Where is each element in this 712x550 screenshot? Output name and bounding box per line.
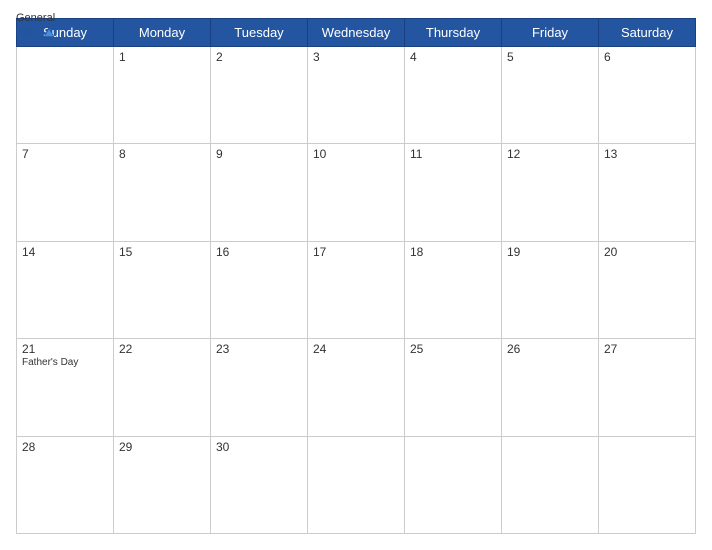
day-number: 26 [507, 342, 593, 356]
calendar-week-4: 28 29 30 [17, 436, 696, 533]
calendar-cell [405, 436, 502, 533]
day-number: 27 [604, 342, 690, 356]
calendar-cell: 1 [114, 47, 211, 144]
calendar-cell: 18 [405, 241, 502, 338]
calendar-cell: 28 [17, 436, 114, 533]
day-number: 15 [119, 245, 205, 259]
calendar-week-0: 123456 [17, 47, 696, 144]
day-number: 3 [313, 50, 399, 64]
day-number: 8 [119, 147, 205, 161]
day-number: 19 [507, 245, 593, 259]
calendar-cell: 7 [17, 144, 114, 241]
calendar-cell: 24 [308, 339, 405, 436]
calendar-cell [599, 436, 696, 533]
calendar-cell: 6 [599, 47, 696, 144]
logo-blue-text: Blue [16, 26, 40, 39]
day-header-thursday: Thursday [405, 19, 502, 47]
calendar-cell: 29 [114, 436, 211, 533]
calendar-week-1: 789 10 11 12 13 [17, 144, 696, 241]
day-number: 20 [604, 245, 690, 259]
day-number: 21 [22, 342, 108, 356]
day-number: 11 [410, 147, 496, 161]
day-number: 17 [313, 245, 399, 259]
calendar-cell: 27 [599, 339, 696, 436]
calendar-cell: 9 [211, 144, 308, 241]
calendar-cell: 17 [308, 241, 405, 338]
calendar-cell: 2 [211, 47, 308, 144]
day-number: 9 [216, 147, 302, 161]
calendar-cell [17, 47, 114, 144]
day-number: 30 [216, 440, 302, 454]
day-number: 18 [410, 245, 496, 259]
day-header-saturday: Saturday [599, 19, 696, 47]
calendar-cell [308, 436, 405, 533]
calendar-cell: 12 [502, 144, 599, 241]
calendar-table: SundayMondayTuesdayWednesdayThursdayFrid… [16, 18, 696, 534]
day-number: 25 [410, 342, 496, 356]
day-number: 10 [313, 147, 399, 161]
day-header-friday: Friday [502, 19, 599, 47]
day-number: 12 [507, 147, 593, 161]
logo: General Blue [16, 12, 56, 39]
calendar-cell: 22 [114, 339, 211, 436]
calendar-week-2: 14 15 16 17 18 19 20 [17, 241, 696, 338]
calendar-cell: 14 [17, 241, 114, 338]
calendar-body: 123456789101112131415161718192021Father'… [17, 47, 696, 534]
day-number: 7 [22, 147, 108, 161]
calendar-cell [502, 436, 599, 533]
calendar-cell: 13 [599, 144, 696, 241]
day-header-wednesday: Wednesday [308, 19, 405, 47]
calendar-cell: 11 [405, 144, 502, 241]
calendar-cell: 3 [308, 47, 405, 144]
calendar-cell: 25 [405, 339, 502, 436]
day-header-monday: Monday [114, 19, 211, 47]
calendar-cell: 15 [114, 241, 211, 338]
day-number: 24 [313, 342, 399, 356]
day-number: 23 [216, 342, 302, 356]
day-number: 28 [22, 440, 108, 454]
calendar-cell: 26 [502, 339, 599, 436]
calendar-week-3: 21Father's Day 22 23 24 25 26 27 [17, 339, 696, 436]
day-number: 14 [22, 245, 108, 259]
day-number: 4 [410, 50, 496, 64]
logo-icon [42, 25, 56, 39]
day-number: 16 [216, 245, 302, 259]
calendar-cell: 20 [599, 241, 696, 338]
calendar-cell: 30 [211, 436, 308, 533]
calendar-cell: 10 [308, 144, 405, 241]
day-header-tuesday: Tuesday [211, 19, 308, 47]
event-label: Father's Day [22, 357, 108, 368]
day-number: 6 [604, 50, 690, 64]
calendar-cell: 21Father's Day [17, 339, 114, 436]
day-number: 5 [507, 50, 593, 64]
calendar-cell: 4 [405, 47, 502, 144]
day-number: 1 [119, 50, 205, 64]
day-number: 29 [119, 440, 205, 454]
day-number: 22 [119, 342, 205, 356]
calendar-cell: 8 [114, 144, 211, 241]
days-header-row: SundayMondayTuesdayWednesdayThursdayFrid… [17, 19, 696, 47]
calendar-container: General Blue SundayMondayTuesdayWednesda… [0, 0, 712, 550]
calendar-cell: 23 [211, 339, 308, 436]
day-number: 2 [216, 50, 302, 64]
calendar-cell: 16 [211, 241, 308, 338]
day-number: 13 [604, 147, 690, 161]
logo-general-text: General [16, 12, 55, 25]
calendar-cell: 19 [502, 241, 599, 338]
calendar-cell: 5 [502, 47, 599, 144]
